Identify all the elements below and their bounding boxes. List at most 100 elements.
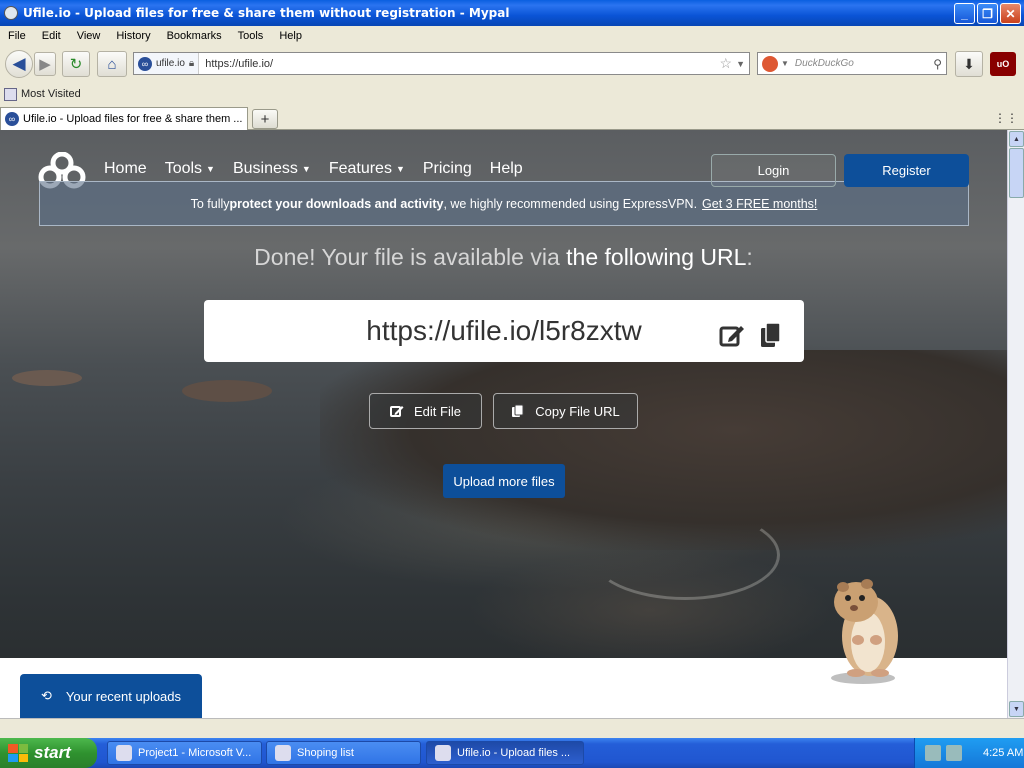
copy-icon[interactable] (760, 322, 782, 348)
menu-edit[interactable]: Edit (34, 30, 69, 42)
nav-tools[interactable]: Tools ▼ (165, 160, 215, 178)
site-identity-button[interactable]: ∞ ufile.io 🔒︎ (134, 53, 200, 74)
file-url-box: https://ufile.io/l5r8zxtw (204, 300, 804, 362)
upload-more-files-button[interactable]: Upload more files (443, 464, 565, 498)
taskbar-item-shoping-list[interactable]: Shoping list (266, 741, 421, 765)
nav-pricing[interactable]: Pricing (423, 160, 472, 178)
duckduckgo-icon[interactable] (762, 55, 778, 72)
start-label: start (34, 743, 71, 762)
banner-strong: protect your downloads and activity (229, 196, 444, 211)
login-button[interactable]: Login (711, 154, 836, 187)
vertical-scrollbar[interactable]: ▲ ▼ (1007, 130, 1024, 718)
copy-file-url-label: Copy File URL (535, 403, 620, 419)
chevron-down-icon: ▼ (395, 164, 405, 174)
download-arrow-icon: ⬇ (963, 55, 975, 72)
taskbar-item-label: Shoping list (297, 747, 354, 759)
mypal-app-icon (435, 745, 451, 761)
window-titlebar: Ufile.io - Upload files for free & share… (0, 0, 1024, 26)
minimize-button[interactable]: _ (954, 3, 975, 24)
close-button[interactable]: ✕ (1000, 3, 1021, 24)
windows-logo-icon (8, 744, 28, 762)
mypal-app-icon (4, 6, 18, 20)
nav-features[interactable]: Features ▼ (329, 160, 405, 178)
tab-list-icon[interactable]: ⋮⋮ (994, 111, 1018, 125)
copy-file-url-button[interactable]: Copy File URL (493, 393, 638, 429)
taskbar-item-ufile[interactable]: Ufile.io - Upload files ... (426, 741, 584, 765)
taskbar-item-label: Ufile.io - Upload files ... (457, 747, 571, 759)
site-identity-label: ufile.io (156, 58, 185, 69)
tab-ufile[interactable]: ∞ Ufile.io - Upload files for free & sha… (0, 107, 248, 130)
ufile-favicon-icon: ∞ (138, 56, 152, 71)
hero-beach-image (590, 510, 780, 600)
banner-prefix: To fully (190, 196, 230, 211)
home-button[interactable]: ⌂ (97, 51, 127, 77)
nav-home[interactable]: Home (104, 160, 147, 178)
menu-bookmarks[interactable]: Bookmarks (159, 30, 230, 42)
most-visited-bookmark[interactable]: Most Visited (21, 88, 81, 100)
register-button[interactable]: Register (844, 154, 969, 187)
menu-tools[interactable]: Tools (230, 30, 272, 42)
ublock-extension-icon[interactable]: uO (990, 52, 1016, 76)
menu-history[interactable]: History (108, 30, 158, 42)
web-content: Home Tools ▼ Business ▼ Features ▼ Pricing … (0, 130, 1007, 718)
new-tab-button[interactable]: + (252, 109, 278, 129)
search-icon[interactable]: ⚲ (933, 57, 946, 71)
address-bar[interactable]: ∞ ufile.io 🔒︎ https://ufile.io/ ☆ ▼ (133, 52, 750, 75)
tab-title: Ufile.io - Upload files for free & share… (23, 113, 243, 125)
menu-file[interactable]: File (0, 30, 34, 42)
bookmarks-toolbar: Most Visited (0, 84, 1024, 104)
nav-tools-label: Tools (164, 160, 203, 177)
volume-icon[interactable] (946, 745, 962, 761)
vb-app-icon (116, 745, 132, 761)
nav-help-label: Help (489, 160, 523, 177)
scroll-up-button[interactable]: ▲ (1009, 131, 1024, 147)
banner-middle: , we highly recommended using ExpressVPN… (443, 196, 698, 211)
window-title: Ufile.io - Upload files for free & share… (23, 6, 510, 20)
menu-bar: File Edit View History Bookmarks Tools H… (0, 26, 1024, 46)
url-text[interactable]: https://ufile.io/ (199, 58, 719, 70)
nav-business[interactable]: Business ▼ (233, 160, 311, 178)
edit-file-button[interactable]: Edit File (369, 393, 482, 429)
nav-features-label: Features (328, 160, 392, 177)
done-suffix: : (746, 244, 753, 270)
nav-help[interactable]: Help (490, 160, 523, 178)
back-button[interactable]: ◀ (5, 50, 33, 78)
done-prefix: Done! Your file is available via (254, 244, 567, 270)
scroll-down-button[interactable]: ▼ (1009, 701, 1024, 717)
url-dropdown-icon[interactable]: ▼ (736, 59, 749, 69)
ufile-tab-favicon-icon: ∞ (5, 112, 19, 126)
edit-icon[interactable] (719, 322, 745, 348)
search-bar[interactable]: ▼ DuckDuckGo ⚲ (757, 52, 947, 75)
downloads-button[interactable]: ⬇ (955, 51, 983, 77)
system-tray: 4:25 AM (914, 738, 1024, 768)
hero-islet-image (12, 370, 82, 386)
reload-button[interactable]: ↻ (62, 51, 90, 77)
recent-uploads-tab[interactable]: ⟲ Your recent uploads (20, 674, 202, 718)
scrollbar-thumb[interactable] (1009, 148, 1024, 198)
mypal-app-icon (275, 745, 291, 761)
menu-help[interactable]: Help (271, 30, 310, 42)
start-button[interactable]: start (0, 738, 97, 768)
taskbar-item-project1[interactable]: Project1 - Microsoft V... (107, 741, 262, 765)
back-arrow-icon: ◀ (12, 54, 26, 73)
nav-home-label: Home (104, 160, 147, 177)
navigation-toolbar: ◀ ▶ ↻ ⌂ ∞ ufile.io 🔒︎ https://ufile.io/ … (0, 46, 1024, 82)
chevron-down-icon: ▼ (206, 164, 215, 174)
reload-icon: ↻ (69, 56, 83, 73)
file-url-link[interactable]: https://ufile.io/l5r8zxtw (204, 315, 804, 347)
search-input[interactable]: DuckDuckGo (795, 58, 933, 69)
site-nav: Home Tools ▼ Business ▼ Features ▼ Pricing … (104, 160, 541, 178)
edit-icon (390, 406, 404, 417)
recent-uploads-label: Your recent uploads (65, 688, 182, 704)
vpn-banner: To fully protect your downloads and acti… (39, 181, 969, 226)
taskbar-item-label: Project1 - Microsoft V... (138, 747, 252, 759)
forward-arrow-icon: ▶ (39, 56, 51, 73)
menu-view[interactable]: View (69, 30, 109, 42)
forward-button[interactable]: ▶ (34, 52, 56, 76)
search-engine-dropdown-icon[interactable]: ▼ (781, 59, 789, 68)
banner-offer-link[interactable]: Get 3 FREE months! (702, 197, 817, 211)
network-icon[interactable] (925, 745, 941, 761)
hamster-mascot-image[interactable] (818, 570, 908, 685)
restore-button[interactable]: ❐ (977, 3, 998, 24)
bookmark-star-icon[interactable]: ☆ (720, 55, 737, 72)
